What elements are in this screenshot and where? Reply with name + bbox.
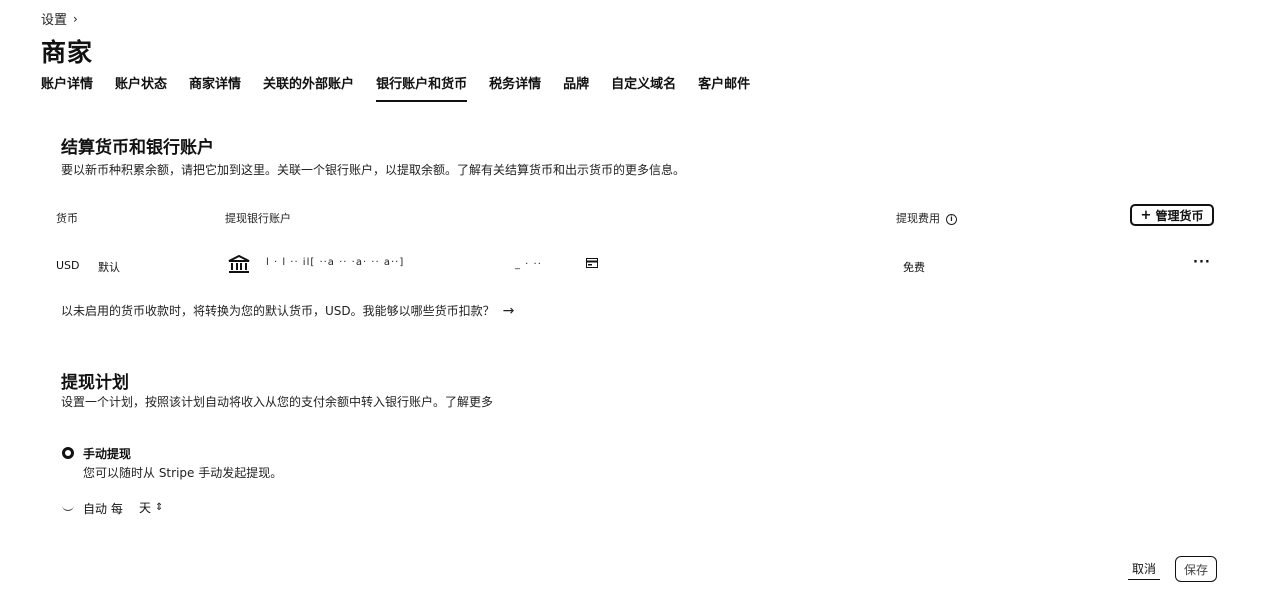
manage-currencies-label: 管理货币 [1155, 208, 1204, 223]
chevron-up-down-icon: ⇕ [155, 502, 164, 513]
settlement-section-title: 结算货币和银行账户 [61, 138, 214, 158]
tab-branding[interactable]: 品牌 [563, 76, 600, 102]
chevron-right-icon: › [73, 11, 78, 26]
page-title: 商家 [41, 38, 94, 67]
tab-linked-external-accounts[interactable]: 关联的外部账户 [263, 76, 365, 102]
info-icon[interactable]: i [946, 213, 957, 225]
default-badge: 默认 [98, 261, 120, 274]
payout-interval-select[interactable]: 天 ⇕ [139, 499, 163, 516]
bank-account-masked: l · l ·· il[ ··a ·· ·a· ·· a··] [266, 257, 405, 268]
payout-fee-label: 提现费用 [896, 212, 940, 225]
column-header-bank-account: 提现银行账户 [225, 212, 291, 225]
payout-schedule-title: 提现计划 [61, 373, 129, 393]
payout-schedule-description: 设置一个计划，按照该计划自动将收入从您的支付余额中转入银行账户。了解更多 [61, 395, 494, 409]
auto-payout-radio[interactable] [62, 505, 74, 511]
manual-payout-radio[interactable] [62, 447, 74, 459]
arrow-right-icon: → [502, 303, 515, 319]
currency-code: USD [56, 259, 80, 272]
auto-payout-label: 自动 每 [83, 502, 123, 516]
tab-account-details[interactable]: 账户详情 [41, 76, 104, 102]
payout-fee-value: 免费 [903, 261, 925, 274]
bank-account-masked-tail: _ · ·· [515, 259, 542, 270]
column-header-currency: 货币 [56, 212, 78, 225]
tab-business-details[interactable]: 商家详情 [189, 76, 252, 102]
save-button[interactable]: 保存 [1175, 556, 1217, 582]
tab-bar: 账户详情 账户状态 商家详情 关联的外部账户 银行账户和货币 税务详情 品牌 自… [41, 76, 772, 102]
column-header-payout-fee: 提现费用 i [896, 210, 957, 226]
more-actions-icon[interactable]: ··· [1193, 255, 1211, 270]
tab-account-status[interactable]: 账户状态 [115, 76, 178, 102]
breadcrumb-settings-link[interactable]: 设置 [41, 9, 67, 28]
payout-interval-value: 天 [139, 501, 152, 515]
settlement-description: 要以新币种积累余额，请把它加到这里。关联一个银行账户，以提取余额。了解有关结算货… [61, 163, 686, 177]
tab-customer-emails[interactable]: 客户邮件 [698, 76, 761, 102]
bank-card-icon [586, 258, 598, 268]
manual-payout-label: 手动提现 [83, 447, 132, 461]
manage-currencies-button[interactable]: + 管理货币 [1130, 204, 1214, 226]
manual-payout-sublabel: 您可以随时从 Stripe 手动发起提现。 [83, 466, 283, 480]
bank-icon [228, 255, 250, 273]
tab-bank-accounts-currencies[interactable]: 银行账户和货币 [376, 76, 478, 102]
settlement-note[interactable]: 以未启用的货币收款时，将转换为您的默认货币，USD。我能够以哪些货币扣款？ → [61, 302, 514, 319]
breadcrumb: 设置 › [41, 9, 78, 29]
settlement-note-text: 以未启用的货币收款时，将转换为您的默认货币，USD。我能够以哪些货币扣款？ [61, 304, 495, 318]
cancel-button[interactable]: 取消 [1128, 558, 1161, 580]
tab-custom-domain[interactable]: 自定义域名 [611, 76, 687, 102]
plus-icon: + [1140, 207, 1152, 223]
tab-tax-details[interactable]: 税务详情 [489, 76, 552, 102]
